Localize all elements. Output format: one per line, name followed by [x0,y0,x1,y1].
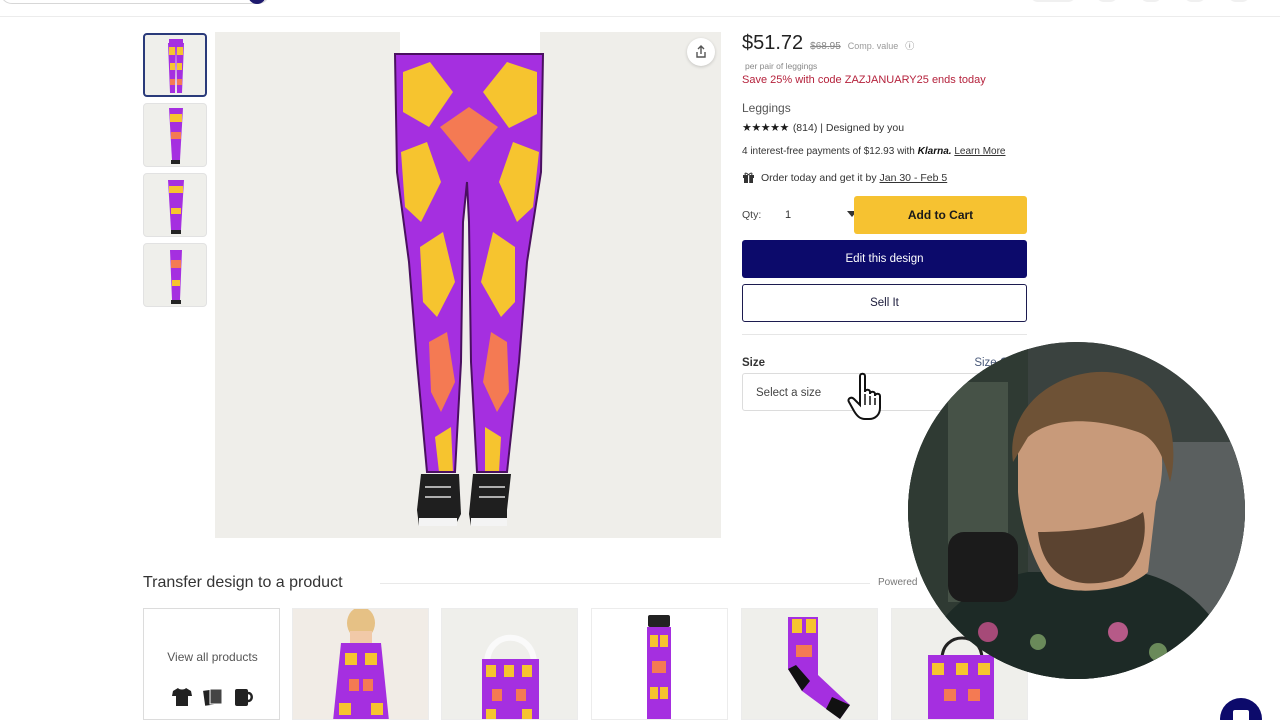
delivery-date-link[interactable]: Jan 30 - Feb 5 [880,172,948,184]
chat-button[interactable] [1220,698,1262,720]
view-all-products-card[interactable]: View all products [143,608,280,720]
sell-it-button[interactable]: Sell It [742,284,1027,322]
view-all-label: View all products [167,650,258,664]
header-nav-item[interactable] [1030,0,1076,2]
mug-icon [235,689,253,706]
rating-row: ★★★★★ (814) | Designed by you [742,121,1028,135]
thumbnail-list [143,33,209,313]
info-icon[interactable]: ⓘ [905,39,914,52]
header-nav-item[interactable] [1228,0,1250,2]
product-details: $51.72 $68.95 Comp. value ⓘ per pair of … [742,32,1028,411]
header-nav-item[interactable] [1140,0,1162,2]
top-header [0,0,1280,17]
delivery-row: Order today and get it by Jan 30 - Feb 5 [742,171,1028,184]
header-nav-item[interactable] [1096,0,1118,2]
section-divider [380,583,870,584]
quantity-value: 1 [785,209,792,221]
chat-icon [1233,710,1249,720]
tshirt-icon [172,688,192,706]
product-type-icons [171,687,255,707]
size-row: Size Size Chart [742,357,1028,369]
thumbnail-front[interactable] [143,33,207,97]
klarna-text: 4 interest-free payments of $12.93 with [742,146,915,157]
main-product-image[interactable] [215,32,721,538]
price: $51.72 [742,32,804,54]
thumbnail-side[interactable] [143,103,207,167]
product-card-tote-bag[interactable] [441,608,578,720]
promo-text: Save 25% with code ZAZJANUARY25 ends tod… [742,74,986,86]
rating-text: (814) | Designed by you [792,121,905,134]
size-label: Size [742,357,766,369]
edit-design-button[interactable]: Edit this design [742,240,1027,278]
cards-icon [203,688,223,706]
per-unit-label: per pair of leggings [745,61,818,71]
comp-value-label: Comp. value [847,41,899,51]
header-nav-item[interactable] [1184,0,1206,2]
share-icon [696,45,706,58]
gift-icon [743,172,754,183]
product-card-tumbler[interactable] [591,608,728,720]
quantity-row: Qty: 1 Add to Cart [742,196,1028,234]
divider [742,334,1027,335]
product-name: Leggings [742,101,791,115]
transfer-title: Transfer design to a product [143,574,343,591]
quantity-label: Qty: [742,209,762,221]
webcam-overlay [908,342,1245,679]
thumbnail-detail[interactable] [143,243,207,307]
quantity-select[interactable]: 1 [765,197,857,233]
delivery-text: Order today and get it by [761,171,877,184]
star-rating[interactable]: ★★★★★ [742,121,789,134]
thumbnail-back[interactable] [143,173,207,237]
comp-price: $68.95 [810,41,841,52]
klarna-logo: Klarna. [917,146,952,157]
learn-more-link[interactable]: Learn More [954,146,1005,157]
share-button[interactable] [687,38,715,66]
search-input[interactable] [0,0,270,4]
hand-pointer-icon [847,372,881,420]
add-to-cart-button[interactable]: Add to Cart [854,196,1027,234]
klarna-row: 4 interest-free payments of $12.93 with … [742,146,1028,157]
powered-label: Powered [878,577,918,588]
product-card-socks[interactable] [741,608,878,720]
product-card-dress[interactable] [292,608,429,720]
price-row: $51.72 $68.95 Comp. value ⓘ [742,32,1028,58]
